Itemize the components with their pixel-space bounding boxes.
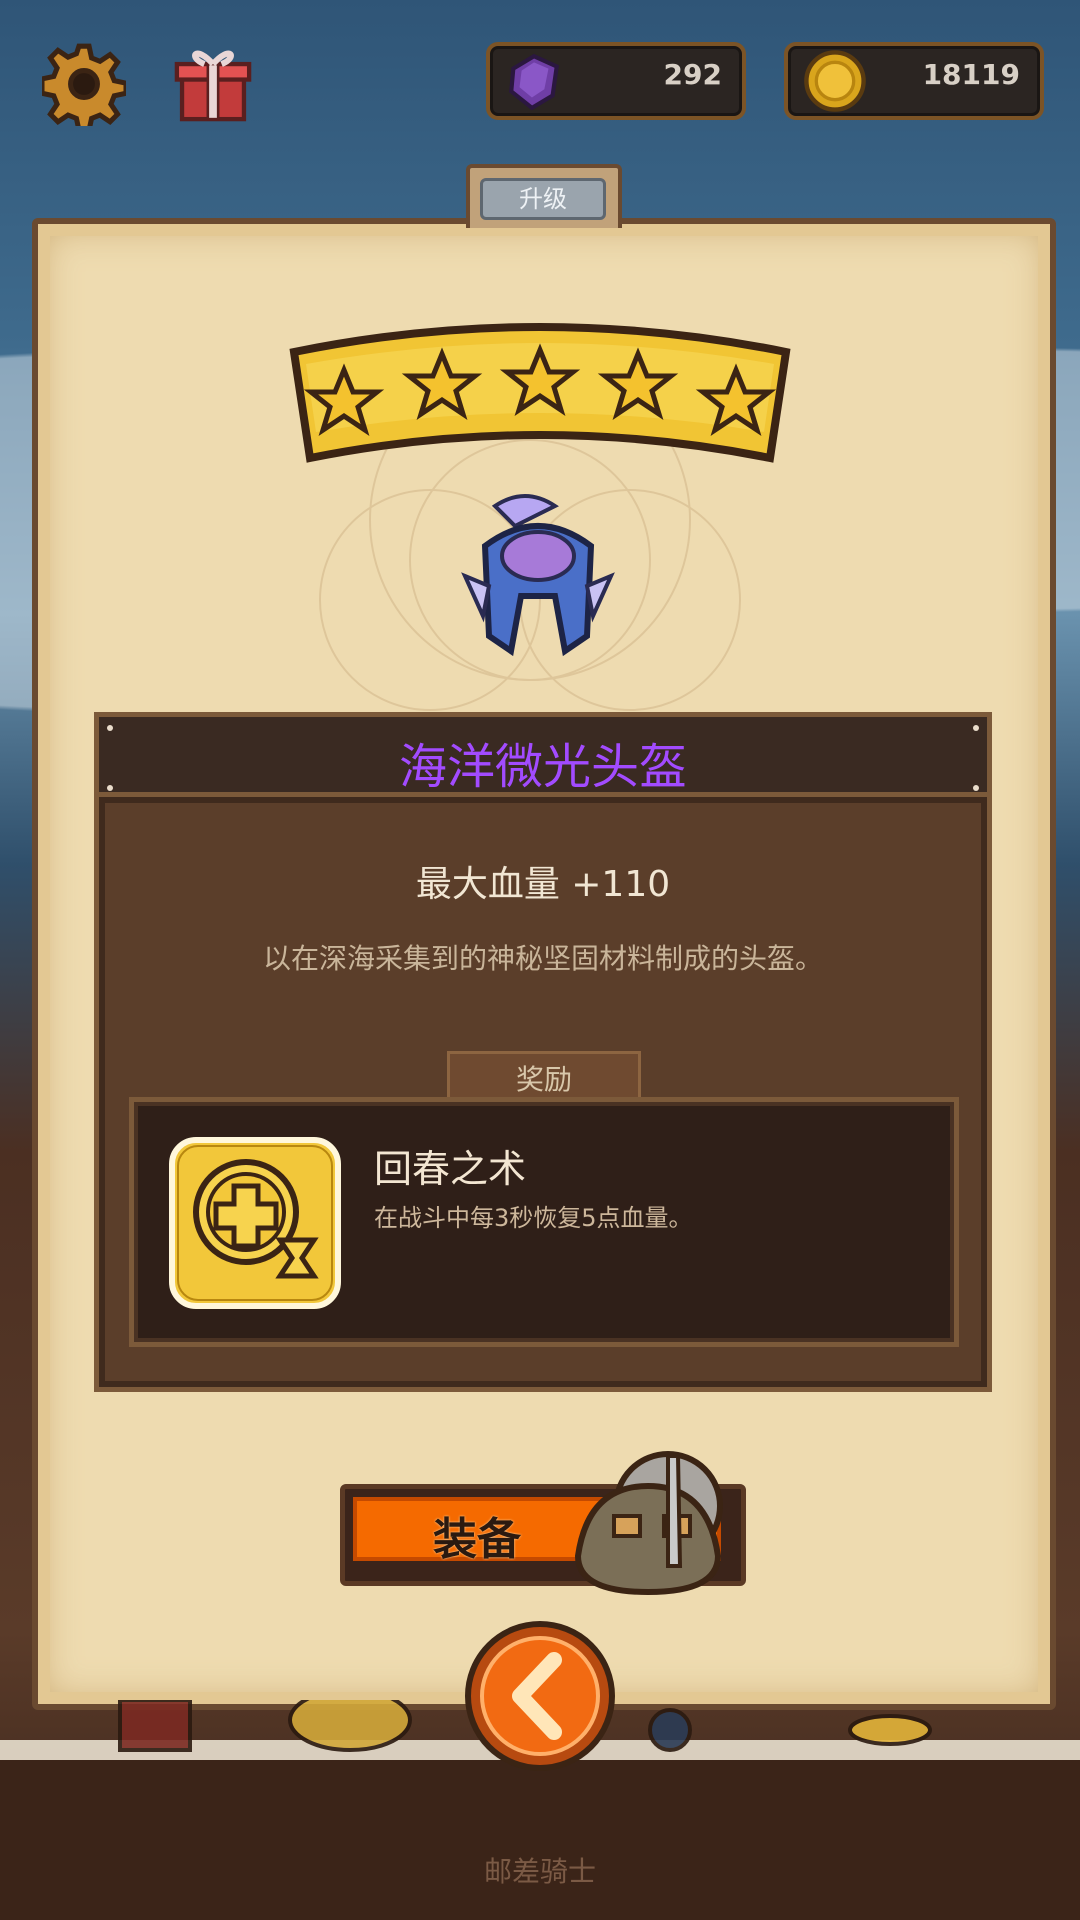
gold-coin-icon [804,50,866,112]
upgrade-tab[interactable]: 升级 [466,164,622,228]
upgrade-tab-label: 升级 [480,178,606,220]
gem-counter: 292 [486,42,746,120]
item-description: 以在深海采集到的神秘坚固材料制成的头盔。 [262,942,823,975]
regeneration-skill-icon [169,1137,341,1309]
settings-gear-icon[interactable] [42,42,126,126]
sea-glimmer-helmet-icon [461,494,615,657]
backpack-icon [574,1451,723,1596]
inventory-items-background [118,1700,932,1752]
background-floor [0,1760,1080,1920]
hero-name: 邮差骑士 [483,1855,596,1888]
reward-description: 在战斗中每3秒恢复5点血量。 [374,1204,693,1232]
coin-count: 18119 [922,58,1020,91]
coin-counter: 18119 [784,42,1044,120]
rating-banner [289,323,791,463]
item-name-bar: 海洋微光头盔 [94,712,992,804]
equip-button-label: 装备 [433,1514,521,1565]
reward-box: 回春之术 在战斗中每3秒恢复5点血量。 [129,1097,959,1347]
reward-title: 回春之术 [374,1147,527,1191]
item-info-box: 最大血量 +110 以在深海采集到的神秘坚固材料制成的头盔。 奖励 回春之术 在… [94,792,992,1392]
gem-count: 292 [663,58,722,91]
gift-icon[interactable] [170,40,256,126]
stat-line: 最大血量 +110 [415,864,671,905]
item-name: 海洋微光头盔 [398,739,687,795]
purple-gem-icon [509,53,559,111]
